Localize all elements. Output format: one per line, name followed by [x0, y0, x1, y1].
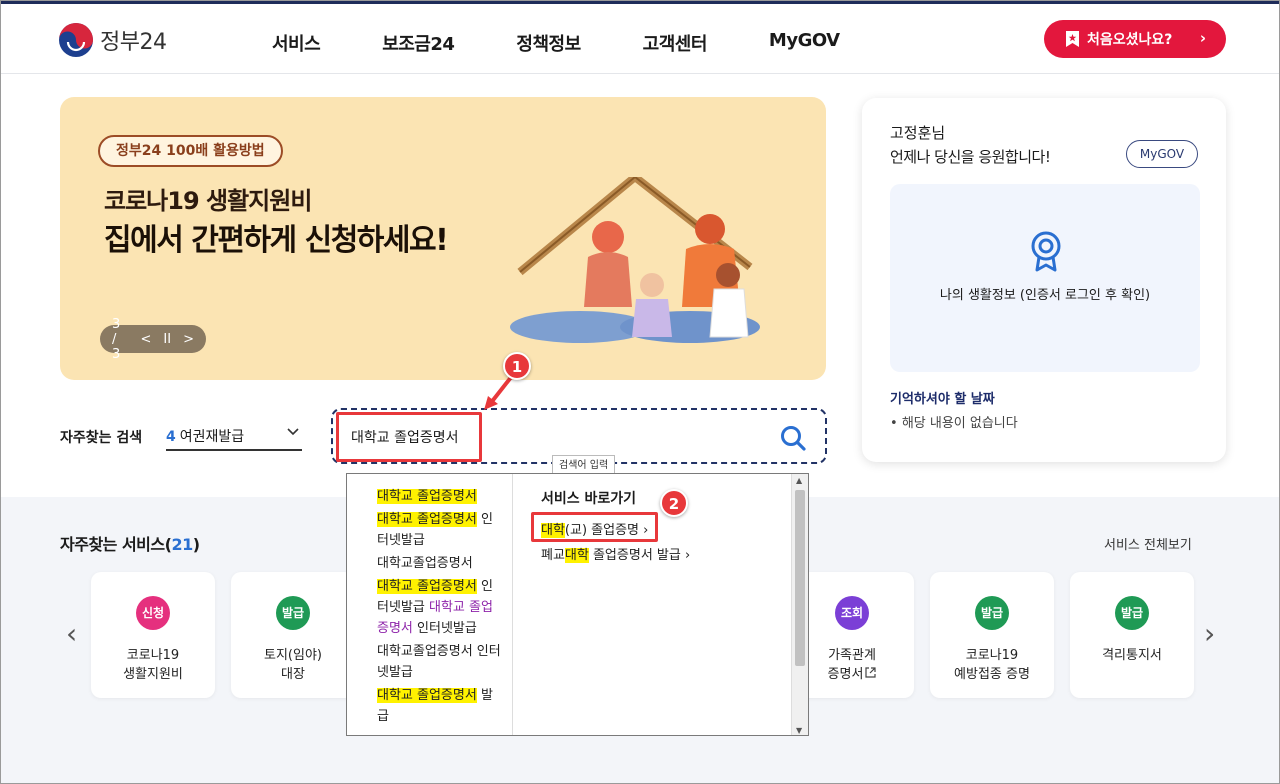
quick-search-label: 자주찾는 검색 [60, 430, 143, 446]
dropdown-scrollbar[interactable]: ▲ ▼ [791, 474, 808, 735]
life-info-box[interactable]: 나의 생활정보 (인증서 로그인 후 확인) [890, 184, 1200, 372]
scroll-up-icon[interactable]: ▲ [796, 476, 802, 485]
service-card[interactable]: 발급 코로나19 예방접종 증명 [930, 572, 1054, 698]
service-name: 가족관계 증명서 [827, 648, 877, 682]
annotation-badge-1: 1 [503, 352, 531, 380]
nav-subsidy24[interactable]: 보조금24 [382, 30, 455, 56]
suggestion-item[interactable]: 대학교졸업증명서 인터넷발급 [377, 641, 502, 683]
view-all-services-link[interactable]: 서비스 전체보기 [1104, 534, 1192, 553]
quick-search-rank: 4 [166, 429, 176, 445]
favorite-services-count: 21 [171, 535, 193, 554]
user-side-card: 고정훈님 언제나 당신을 응원합니다! MyGOV 나의 생활정보 (인증서 로… [862, 98, 1226, 462]
service-badge: 발급 [276, 596, 310, 630]
taegeuk-logo-icon [59, 23, 93, 57]
search-icon[interactable] [779, 424, 807, 452]
service-badge: 발급 [975, 596, 1009, 630]
greeting-name: 고정훈님 [890, 124, 946, 142]
banner-pill: 정부24 100배 활용방법 [98, 135, 283, 167]
logo-text: 정부24 [100, 30, 167, 55]
banner-prev-button[interactable]: < [141, 332, 152, 347]
chevron-right-icon: › [1199, 29, 1206, 47]
service-card[interactable]: 발급 토지(임야) 대장 [231, 572, 355, 698]
carousel-prev-icon[interactable]: ‹ [66, 617, 77, 650]
favorite-services-title: 자주찾는 서비스(21) [60, 535, 200, 554]
banner-title-line1: 코로나19 생활지원비 [104, 187, 312, 215]
quick-search-select[interactable]: 4 여권재발급 [166, 423, 302, 451]
first-visit-label: 처음오셨나요? [1087, 32, 1173, 48]
service-name: 격리통지서 [1102, 648, 1162, 663]
mygov-button[interactable]: MyGOV [1126, 140, 1198, 168]
suggestion-item[interactable]: 대학교 졸업증명서 발급 [377, 685, 502, 727]
nav-services[interactable]: 서비스 [272, 30, 321, 56]
suggestion-item[interactable]: 대학교 졸업증명서 인터넷발급 대학교 졸업증명서 인터넷발급 [377, 576, 502, 639]
remember-dates-empty: • 해당 내용이 없습니다 [890, 416, 1018, 431]
service-name: 코로나19 생활지원비 [123, 648, 183, 682]
family-house-illustration [510, 177, 760, 343]
nav-customer-center[interactable]: 고객센터 [643, 30, 708, 56]
shortcut-closed-university-cert[interactable]: 폐교대학 졸업증명서 발급 › [541, 543, 793, 568]
chevron-right-icon: › [684, 548, 691, 563]
remember-dates-title: 기억하셔야 할 날짜 [890, 392, 995, 407]
banner-pause-button[interactable]: II [163, 332, 171, 347]
chevron-down-icon [287, 428, 299, 436]
service-badge: 발급 [1115, 596, 1149, 630]
service-name: 코로나19 예방접종 증명 [954, 648, 1030, 682]
main-banner[interactable]: 정부24 100배 활용방법 코로나19 생활지원비 집에서 간편하게 신청하세… [60, 97, 826, 380]
nav-mygov[interactable]: MyGOV [769, 30, 840, 56]
service-card[interactable]: 발급 격리통지서 [1070, 572, 1194, 698]
greeting-message: 언제나 당신을 응원합니다! [890, 148, 1051, 166]
annotation-highlight-search [336, 412, 482, 462]
suggestion-item[interactable]: 대학교 졸업증명서 [377, 486, 502, 507]
suggestion-item[interactable]: 대학교 졸업증명서 인터넷발급 [377, 509, 502, 551]
banner-pager: 3 / 3 < II > [100, 317, 206, 362]
banner-page-indicator: 3 / 3 [112, 316, 121, 362]
site-logo[interactable]: 정부24 [58, 22, 167, 58]
bookmark-star-icon [1066, 31, 1079, 47]
external-link-icon [865, 667, 877, 678]
service-card[interactable]: 신청 코로나19 생활지원비 [91, 572, 215, 698]
service-name: 토지(임야) 대장 [264, 648, 322, 682]
carousel-next-icon[interactable]: › [1204, 617, 1215, 650]
annotation-highlight-shortcut [531, 512, 658, 542]
scrollbar-thumb[interactable] [795, 490, 805, 666]
service-badge: 신청 [136, 596, 170, 630]
service-badge: 조회 [835, 596, 869, 630]
quick-search-term: 여권재발급 [179, 429, 245, 445]
suggestion-item[interactable]: 대학교졸업증명서 [377, 553, 502, 574]
award-medal-icon [1031, 231, 1061, 272]
scroll-down-icon[interactable]: ▼ [796, 726, 802, 735]
banner-title-line2: 집에서 간편하게 신청하세요! [104, 223, 449, 258]
life-info-text: 나의 생활정보 (인증서 로그인 후 확인) [939, 288, 1151, 303]
suggestion-list: 대학교 졸업증명서 대학교 졸업증명서 인터넷발급 대학교졸업증명서 대학교 졸… [347, 474, 513, 735]
annotation-badge-2: 2 [660, 489, 688, 517]
site-header: 정부24 서비스 보조금24 정책정보 고객센터 MyGOV 처음오셨나요? › [0, 4, 1280, 74]
banner-next-button[interactable]: > [183, 332, 194, 347]
nav-policy-info[interactable]: 정책정보 [516, 30, 581, 56]
first-visit-button[interactable]: 처음오셨나요? › [1044, 20, 1226, 58]
main-nav: 서비스 보조금24 정책정보 고객센터 MyGOV [272, 30, 902, 56]
